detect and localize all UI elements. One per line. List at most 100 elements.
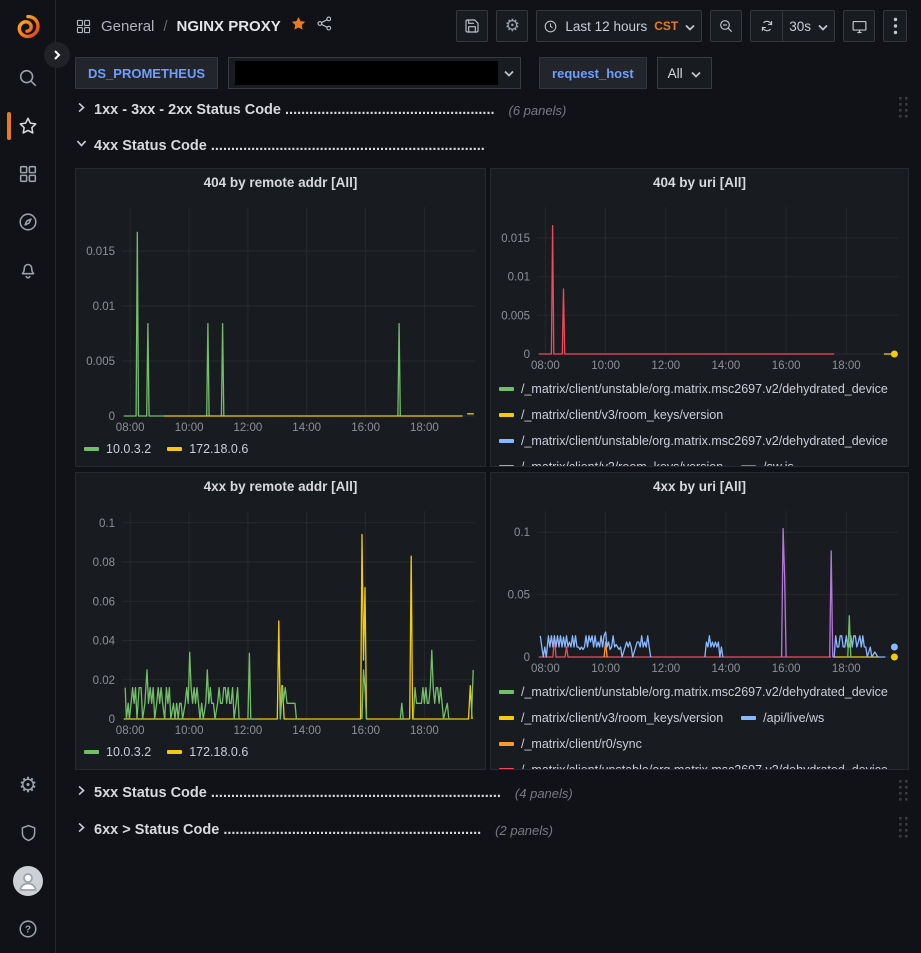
legend-item[interactable]: /sw.js — [741, 460, 794, 466]
variables-bar: DS_PROMETHEUS request_host All — [57, 52, 921, 94]
time-range-picker[interactable]: Last 12 hours CST — [536, 10, 702, 42]
sidebar-item-explore[interactable] — [0, 198, 56, 246]
sidebar-item-help[interactable]: ? — [0, 905, 56, 953]
chevron-right-icon — [75, 821, 88, 834]
dashboard-settings-button[interactable]: ⚙ — [496, 10, 528, 42]
panel-title[interactable]: 404 by remote addr [All] — [76, 169, 485, 195]
chart-404-by-remote-addr[interactable]: 08:0010:0012:0014:0016:0018:0000.0050.01… — [76, 195, 485, 436]
breadcrumb-separator: / — [163, 18, 167, 35]
sidebar-item-server-admin[interactable] — [0, 809, 56, 857]
panel-4xx-by-uri: 4xx by uri [All] 08:0010:0012:0014:0016:… — [490, 472, 909, 770]
series-label: 10.0.3.2 — [106, 442, 151, 456]
drag-handle-icon[interactable] — [899, 780, 908, 806]
svg-text:0.04: 0.04 — [93, 636, 116, 648]
svg-text:0.1: 0.1 — [514, 527, 530, 539]
series-color-dash — [499, 716, 514, 720]
chevron-down-icon — [818, 24, 828, 31]
svg-text:10:00: 10:00 — [591, 360, 620, 372]
sidebar-item-configuration[interactable]: ⚙ — [0, 761, 56, 809]
datasource-variable-label[interactable]: DS_PROMETHEUS — [75, 57, 218, 89]
datasource-select[interactable] — [228, 57, 521, 89]
legend-item[interactable]: /_matrix/client/v3/room_keys/version — [499, 460, 723, 466]
svg-text:0.015: 0.015 — [501, 233, 530, 245]
breadcrumb-folder[interactable]: General — [101, 18, 154, 35]
svg-text:0.005: 0.005 — [86, 356, 115, 368]
legend-item[interactable]: /_matrix/client/unstable/org.matrix.msc2… — [499, 382, 888, 396]
legend-item[interactable]: 10.0.3.2 — [84, 745, 151, 759]
avatar — [13, 866, 43, 896]
row-title: 4xx Status Code ........................… — [94, 138, 485, 154]
series-color-dash — [499, 768, 514, 769]
datasource-value-redacted — [235, 61, 498, 85]
kebab-icon — [893, 17, 898, 35]
refresh-interval-label: 30s — [789, 19, 811, 34]
chevron-down-icon — [504, 70, 514, 77]
legend-item[interactable]: /_matrix/client/v3/room_keys/version — [499, 408, 723, 422]
series-label: /_matrix/client/r0/sync — [521, 737, 642, 751]
legend-item[interactable]: /_matrix/client/unstable/org.matrix.msc2… — [499, 763, 888, 769]
series-color-dash — [167, 750, 182, 754]
refresh-group: 30s — [750, 10, 835, 42]
share-button[interactable] — [316, 15, 333, 37]
chart-4xx-by-uri[interactable]: 08:0010:0012:0014:0016:0018:0000.050.1 — [491, 499, 908, 677]
legend-item[interactable]: /_matrix/client/unstable/org.matrix.msc2… — [499, 434, 888, 448]
sidebar-item-dashboards[interactable] — [0, 150, 56, 198]
svg-text:14:00: 14:00 — [292, 725, 321, 737]
help-icon: ? — [17, 918, 39, 940]
series-color-dash — [499, 413, 514, 417]
chevron-right-icon — [52, 49, 62, 61]
refresh-button[interactable] — [750, 10, 782, 42]
panel-row-1: 404 by remote addr [All] 08:00 10:00 12:00… — [75, 168, 908, 467]
zoom-out-button[interactable] — [710, 10, 742, 42]
series-label: /sw.js — [763, 460, 794, 466]
sidebar-item-profile[interactable] — [0, 857, 56, 905]
legend-item[interactable]: /_matrix/client/v3/room_keys/version — [499, 711, 723, 725]
svg-text:08:00: 08:00 — [116, 422, 145, 434]
share-icon — [316, 15, 333, 32]
svg-text:0.06: 0.06 — [93, 596, 115, 608]
cycle-view-mode-button[interactable] — [843, 10, 875, 42]
dashboard-header: General / NGINX PROXY — [57, 0, 921, 52]
row-header-1xx-3xx-2xx[interactable]: 1xx - 3xx - 2xx Status Code ............… — [75, 96, 908, 124]
legend-item[interactable]: 172.18.0.6 — [167, 442, 248, 456]
main-area: General / NGINX PROXY — [57, 0, 921, 953]
row-header-6xx[interactable]: 6xx > Status Code ......................… — [75, 816, 908, 844]
sidebar-item-alerting[interactable] — [0, 246, 56, 294]
request-host-variable-label[interactable]: request_host — [539, 57, 647, 89]
panel-4xx-by-remote-addr: 4xx by remote addr [All] 08:0010:0012:00… — [75, 472, 486, 770]
panel-title[interactable]: 4xx by uri [All] — [491, 473, 908, 499]
legend-item[interactable]: /api/live/ws — [741, 711, 824, 725]
more-options-button[interactable] — [883, 10, 907, 42]
sidebar-item-starred[interactable] — [0, 102, 56, 150]
legend-item[interactable]: 172.18.0.6 — [167, 745, 248, 759]
row-header-4xx[interactable]: 4xx Status Code ........................… — [75, 132, 908, 160]
save-dashboard-button[interactable] — [456, 10, 488, 42]
svg-text:16:00: 16:00 — [351, 422, 380, 434]
drag-handle-icon[interactable] — [899, 817, 908, 843]
series-color-dash — [84, 447, 99, 451]
panel-title[interactable]: 404 by uri [All] — [491, 169, 908, 195]
svg-text:12:00: 12:00 — [651, 360, 680, 372]
legend-item[interactable]: /_matrix/client/unstable/org.matrix.msc2… — [499, 685, 888, 699]
panel-404-by-remote-addr: 404 by remote addr [All] 08:0010:0012:00… — [75, 168, 486, 467]
svg-text:0.01: 0.01 — [93, 301, 115, 313]
legend-row: /_matrix/client/v3/room_keys/version/api… — [499, 705, 900, 731]
series-color-dash — [741, 716, 756, 720]
request-host-select[interactable]: All — [657, 57, 712, 89]
chart-404-by-uri[interactable]: 08:0010:0012:0014:0016:0018:0000.0050.01… — [491, 195, 908, 374]
time-range-label: Last 12 hours — [565, 19, 647, 34]
favorite-star-button[interactable] — [290, 15, 307, 37]
svg-text:16:00: 16:00 — [772, 360, 801, 372]
monitor-icon — [851, 18, 868, 35]
row-header-5xx[interactable]: 5xx Status Code ........................… — [75, 779, 908, 807]
refresh-interval-dropdown[interactable]: 30s — [782, 10, 835, 42]
legend-item[interactable]: 10.0.3.2 — [84, 442, 151, 456]
chart-4xx-by-remote-addr[interactable]: 08:0010:0012:0014:0016:0018:0000.020.040… — [76, 499, 485, 739]
svg-text:0.05: 0.05 — [508, 590, 530, 602]
legend-item[interactable]: /_matrix/client/r0/sync — [499, 737, 642, 751]
chevron-down-icon — [691, 71, 701, 78]
row-panel-count: (4 panels) — [515, 786, 573, 801]
panel-title[interactable]: 4xx by remote addr [All] — [76, 473, 485, 499]
drag-handle-icon[interactable] — [899, 97, 908, 123]
sidebar-expand-button[interactable] — [44, 42, 70, 68]
